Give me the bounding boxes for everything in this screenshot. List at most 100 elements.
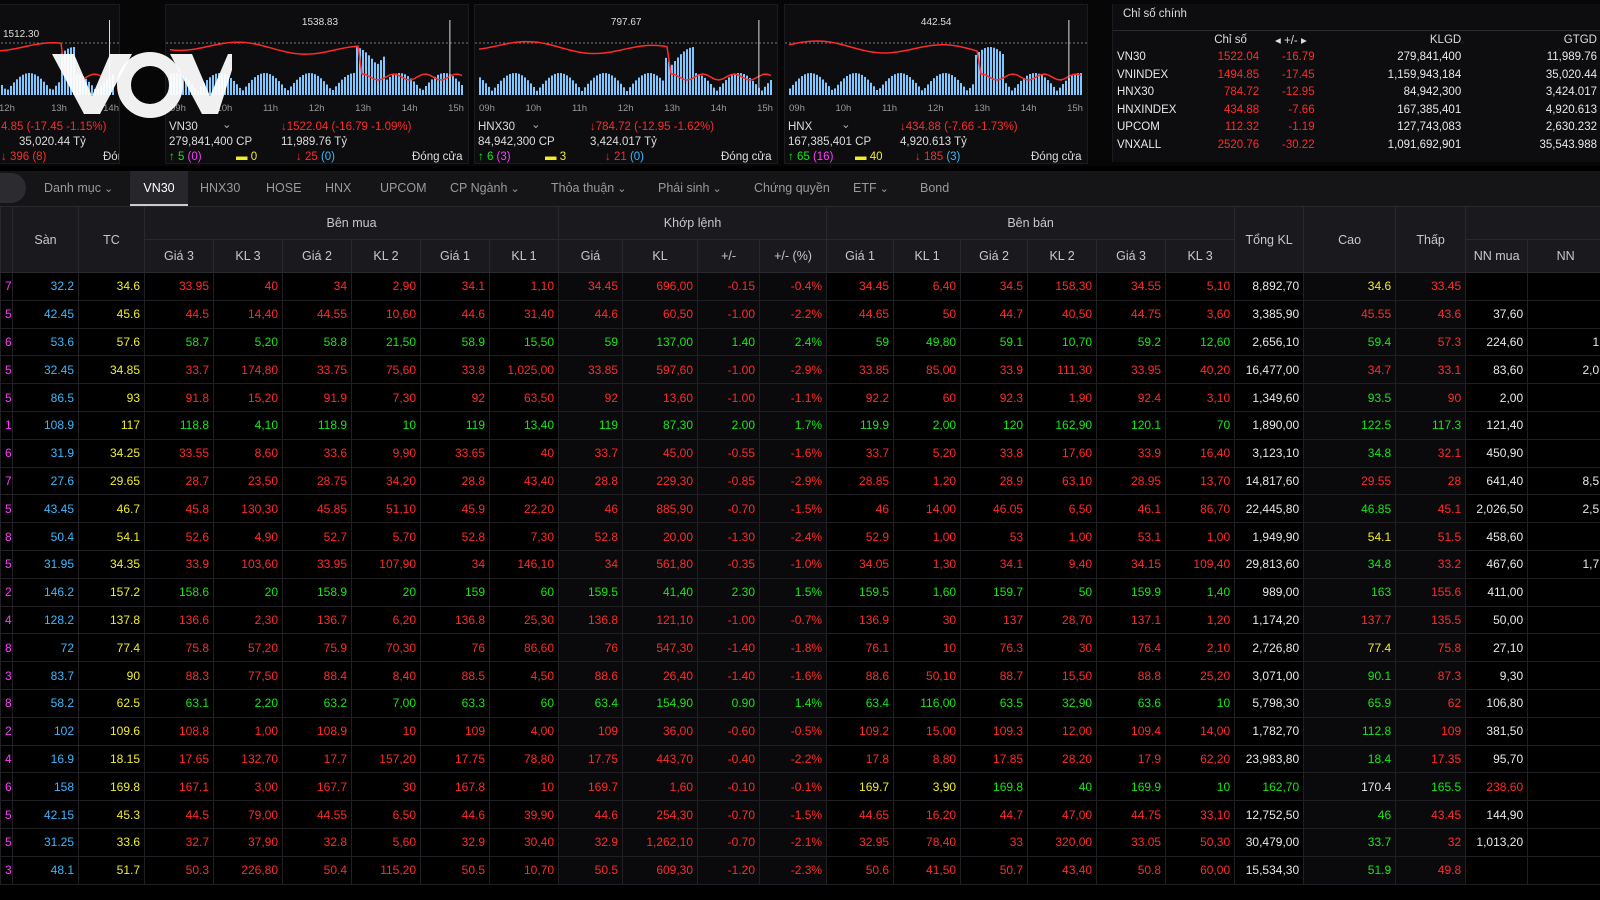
stock-row[interactable]: 8 72 77.4 75.8 57,20 75.9 70,30 76 86,60 76 547,30…	[0, 633, 1600, 663]
stock-cell: 1,20	[893, 466, 962, 496]
stock-cell: 63,10	[1027, 466, 1098, 496]
chevron-down-icon[interactable]: ⌄	[841, 117, 851, 131]
stock-cell: 30,40	[488, 827, 560, 857]
stock-cell: 46.85	[1303, 494, 1397, 524]
stock-cell: 33.9	[1096, 438, 1167, 468]
index-row[interactable]: HNXINDEX 434.88 -7.66 167,385,401 4,920.613	[1113, 101, 1600, 119]
index-cell: 1,091,692,901	[1387, 138, 1462, 151]
stock-cell: 95,70	[1465, 744, 1529, 774]
tab-5[interactable]: HNX	[325, 171, 351, 206]
stock-cell: 20,00	[622, 522, 699, 551]
tab-12[interactable]: Bond	[920, 171, 949, 206]
index-chart-panel[interactable]: 442.54 09h 10h 11h 12h 13h 14h 15h HNX ⌄ ↓434.88 (…	[784, 4, 1088, 164]
stock-cell: 33.7	[558, 438, 624, 468]
tab-6[interactable]: UPCOM	[380, 171, 427, 206]
stock-cell: 23,50	[213, 466, 283, 496]
tab-7[interactable]: CP Ngành ⌄	[450, 171, 520, 206]
index-row[interactable]: VNXALL 2520.76 -30.22 1,091,692,901 35,543.9…	[1113, 136, 1600, 154]
stock-row[interactable]: 8 50.4 54.1 52.6 4,90 52.7 5,70 52.8 7,30 52.8 20,…	[0, 522, 1600, 551]
tab-11[interactable]: ETF ⌄	[853, 171, 889, 206]
stock-row[interactable]: 6 53.6 57.6 58.7 5,20 58.8 21,50 58.9 15,50 59 137…	[0, 327, 1600, 357]
stock-cell: 108.9	[282, 716, 352, 746]
stock-cell: 33.9	[960, 355, 1029, 385]
stock-row[interactable]: 5 32.45 34.85 33.7 174,80 33.75 75,60 33.8 1,025…	[0, 355, 1600, 385]
stock-row[interactable]: 1 108.9 117 118.8 4,10 118.9 10 119 13,40 119 87,3…	[0, 410, 1600, 440]
stock-row[interactable]: 2 146.2 157.2 158.6 20 158.9 20 159 60 159.5 41,40…	[0, 577, 1600, 607]
stock-cell: 33.85	[826, 355, 895, 385]
stock-row[interactable]: 6 158 169.8 167.1 3,00 167.7 30 167.8 10 169.7 1,6…	[0, 772, 1600, 802]
stock-cell: 45.85	[282, 494, 352, 524]
stock-cell: 159.9	[1096, 577, 1167, 607]
stock-row[interactable]: 4 16.9 18.15 17.65 132,70 17.7 157,20 17.75 78,8…	[0, 744, 1600, 774]
index-name[interactable]: HNX30	[478, 121, 515, 133]
stock-row[interactable]: 7 27.6 29.65 28.7 23,50 28.75 34,20 28.8 43,40 28…	[0, 466, 1600, 496]
stock-cell: 17.65	[144, 744, 214, 774]
stock-cell: 46	[1303, 800, 1397, 829]
stock-cell: 58.9	[420, 327, 490, 357]
stock-cell: 32	[1395, 827, 1467, 857]
up-arrow-icon: ↑	[788, 151, 797, 163]
stock-row[interactable]: 7 32.2 34.6 33.95 40 34 2,90 34.1 1,10 34.45 696,0…	[0, 272, 1600, 301]
tab-3[interactable]: HNX30	[200, 171, 240, 206]
tab-10[interactable]: Chứng quyền	[754, 171, 830, 206]
stock-row[interactable]: 2 102 109.6 108.8 1,00 108.9 10 109 4,00 109 36,00…	[0, 716, 1600, 746]
stock-row[interactable]: 5 31.25 33.6 32.7 37,90 32.8 5,60 32.9 30,40 32.9…	[0, 827, 1600, 857]
chart-peak-label: 797.67	[610, 17, 642, 28]
stock-cell: -2.9%	[759, 466, 828, 496]
index-name[interactable]: VN30	[169, 121, 198, 133]
tab-9[interactable]: Phái sinh ⌄	[658, 171, 722, 206]
stock-cell: 50.3	[144, 855, 214, 885]
index-row[interactable]: HNX30 784.72 -12.95 84,942,300 3,424.017	[1113, 84, 1600, 102]
stock-cell: -1.00	[697, 355, 761, 385]
index-name[interactable]: HNX	[788, 121, 812, 133]
stock-cell: -0.7%	[759, 605, 828, 635]
stock-row[interactable]: 5 43.45 46.7 45.8 130,30 45.85 51,10 45.9 22,20 4…	[0, 494, 1600, 524]
stock-row[interactable]: 4 128.2 137.8 136.6 2,30 136.7 6,20 136.8 25,30 1…	[0, 605, 1600, 635]
stock-cell: 45.8	[144, 494, 214, 524]
stock-row[interactable]: 5 31.95 34.35 33.9 103,60 33.95 107,90 34 146,10…	[0, 549, 1600, 579]
index-chart-panel[interactable]: 797.67 09h 10h 11h 12h 13h 14h 15h HNX30 ⌄ ↓784.72…	[474, 4, 778, 164]
stock-cell: 4	[0, 744, 13, 774]
stock-cell: 92	[558, 383, 624, 412]
stock-cell: 8,5	[1527, 466, 1600, 496]
stock-cell: 45.9	[420, 494, 490, 524]
stock-cell: 34	[558, 549, 624, 579]
tab-1[interactable]: Danh mục ⌄	[44, 171, 113, 206]
stock-cell: 65.9	[1303, 688, 1397, 718]
stock-cell: 159	[420, 577, 490, 607]
stock-row[interactable]: 8 58.2 62.5 63.1 2,20 63.2 7,00 63.3 60 63.4 154,9…	[0, 688, 1600, 718]
chevron-down-icon[interactable]: ⌄	[222, 117, 232, 131]
stock-cell: 32.8	[282, 827, 352, 857]
stock-cell: 130,30	[213, 494, 283, 524]
tab-8[interactable]: Thỏa thuận ⌄	[551, 171, 627, 206]
index-row[interactable]: VN30 1522.04 -16.79 279,841,400 11,989.76	[1113, 49, 1600, 67]
stock-cell: 136.8	[420, 605, 490, 635]
stock-cell: 87,30	[622, 410, 699, 440]
index-cell: 2,630.232	[1545, 121, 1597, 134]
stock-cell: 76	[420, 633, 490, 663]
stock-cell: 158.9	[282, 577, 352, 607]
chevron-down-icon[interactable]: ⌄	[531, 117, 541, 131]
stock-cell: 15,50	[1027, 661, 1098, 690]
tab-4[interactable]: HOSE	[266, 171, 301, 206]
stock-cell: 93	[78, 383, 145, 412]
stock-cell: 34	[420, 549, 490, 579]
stock-row[interactable]: 5 86.5 93 91.8 15,20 91.9 7,30 92 63,50 92 13,60 -1…	[0, 383, 1600, 412]
stock-cell: 59.2	[1096, 327, 1167, 357]
stock-cell: 1,00	[893, 522, 962, 551]
stock-cell: 3	[0, 661, 13, 690]
stock-row[interactable]: 3 83.7 90 88.3 77,50 88.4 8,40 88.5 4,50 88.6 26,4…	[0, 661, 1600, 690]
stock-cell: 17.75	[558, 744, 624, 774]
index-row[interactable]: VNINDEX 1494.85 -17.45 1,159,943,184 35,020.…	[1113, 66, 1600, 84]
stock-cell: 44.6	[558, 299, 624, 329]
stock-row[interactable]: 5 42.45 45.6 44.5 14,40 44.55 10,60 44.6 31,40 44…	[0, 299, 1600, 329]
stock-row[interactable]: 5 42.15 45.3 44.5 79,00 44.55 6,50 44.6 39,90 44.…	[0, 800, 1600, 829]
stock-row[interactable]: 6 31.9 34.25 33.55 8,60 33.6 9,90 33.65 40 33.7 45…	[0, 438, 1600, 468]
stock-cell: 34.45	[558, 272, 624, 301]
index-row[interactable]: UPCOM 112.32 -1.19 127,743,083 2,630.232	[1113, 119, 1600, 137]
tab-2[interactable]: VN30	[130, 171, 188, 206]
stock-cell: 43.45	[12, 494, 79, 524]
stock-row[interactable]: 3 48.1 51.7 50.3 226,80 50.4 115,20 50.5 10,70 50…	[0, 855, 1600, 885]
index-cell: VN30	[1117, 51, 1146, 64]
search-pill[interactable]	[0, 173, 26, 203]
